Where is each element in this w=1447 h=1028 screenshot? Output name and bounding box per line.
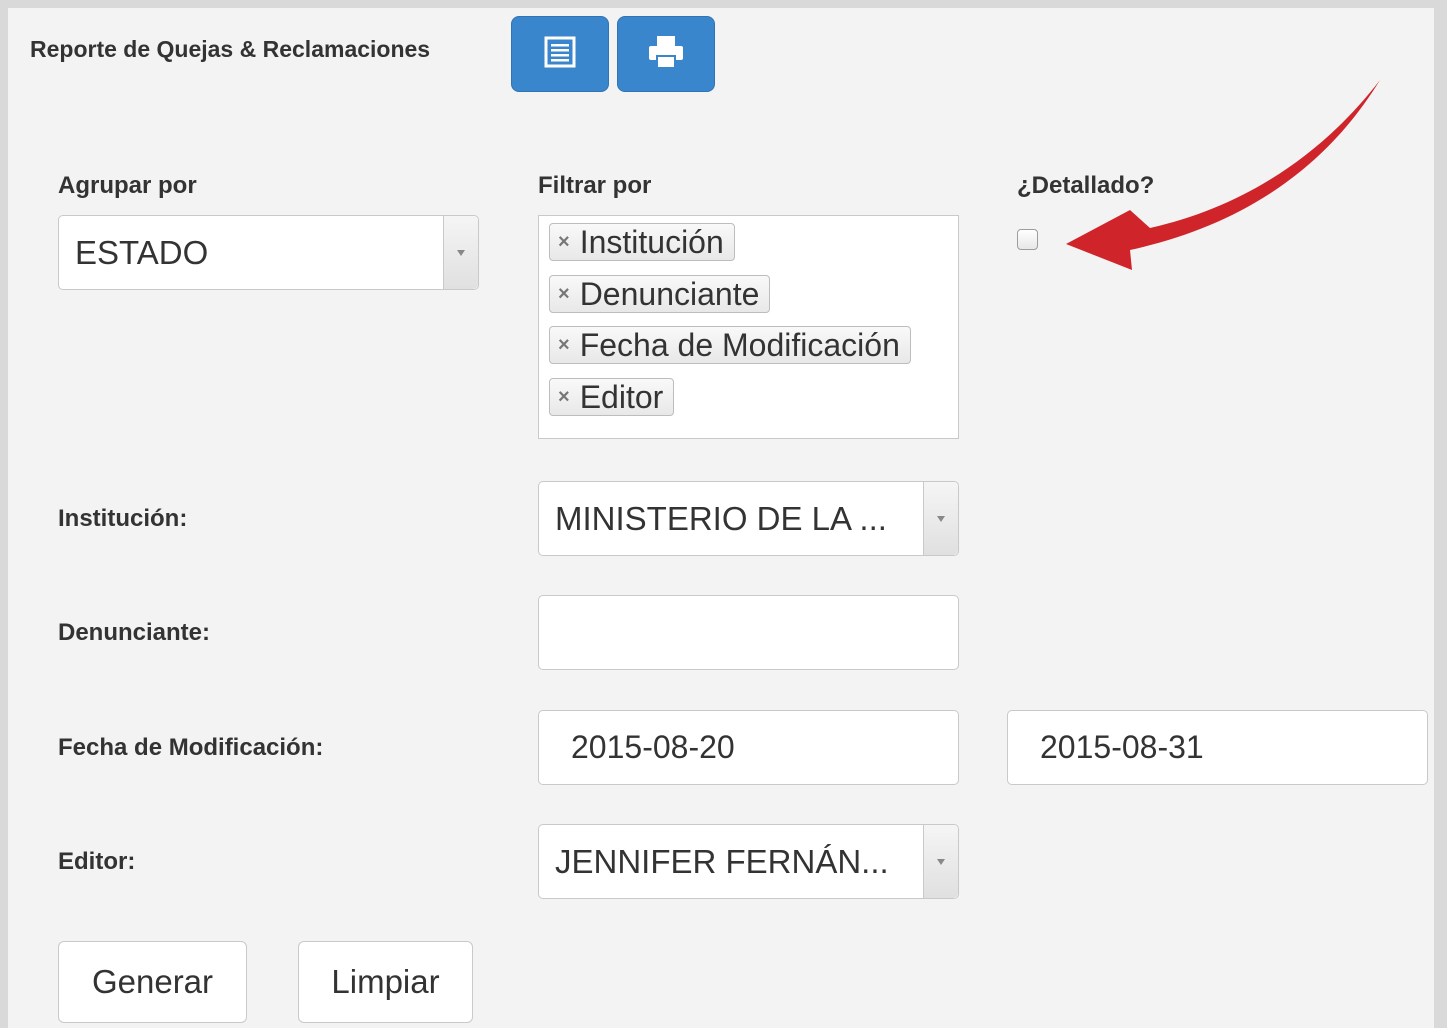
list-icon (543, 36, 577, 73)
date-to-input[interactable]: 2015-08-31 (1007, 710, 1428, 785)
generate-button[interactable]: Generar (58, 941, 247, 1023)
filter-chip[interactable]: × Denunciante (549, 275, 771, 313)
clear-button[interactable]: Limpiar (298, 941, 473, 1023)
editor-select[interactable]: JENNIFER FERNÁN... (538, 824, 959, 899)
print-button[interactable] (617, 16, 715, 92)
remove-icon[interactable]: × (558, 283, 570, 306)
remove-icon[interactable]: × (558, 386, 570, 409)
date-from-value: 2015-08-20 (571, 729, 735, 765)
modification-date-label: Fecha de Modificación: (58, 734, 324, 761)
institution-label: Institución: (58, 505, 188, 532)
institution-value: MINISTERIO DE LA ... (555, 499, 887, 537)
filter-chip[interactable]: × Fecha de Modificación (549, 326, 911, 364)
filter-chip-label: Denunciante (579, 275, 760, 312)
detailed-checkbox[interactable] (1017, 229, 1038, 250)
group-by-label: Agrupar por (58, 172, 197, 199)
chevron-down-icon[interactable] (923, 825, 958, 898)
date-from-input[interactable]: 2015-08-20 (538, 710, 959, 785)
filter-by-label: Filtrar por (538, 172, 652, 199)
date-to-value: 2015-08-31 (1040, 729, 1204, 765)
print-icon (646, 34, 686, 75)
page-title: Reporte de Quejas & Reclamaciones (30, 36, 431, 62)
group-by-value: ESTADO (75, 233, 209, 271)
filter-by-multiselect[interactable]: × Institución × Denunciante × Fecha de M… (538, 215, 959, 439)
complainant-label: Denunciante: (58, 619, 211, 646)
filter-chip-label: Editor (579, 378, 664, 415)
remove-icon[interactable]: × (558, 334, 570, 357)
editor-value: JENNIFER FERNÁN... (555, 842, 889, 880)
complainant-input[interactable] (538, 595, 959, 670)
institution-select[interactable]: MINISTERIO DE LA ... (538, 481, 959, 556)
editor-label: Editor: (58, 848, 136, 875)
group-by-select[interactable]: ESTADO (58, 215, 479, 290)
chevron-down-icon[interactable] (923, 482, 958, 555)
list-view-button[interactable] (511, 16, 609, 92)
chevron-down-icon[interactable] (443, 216, 478, 289)
filter-chip[interactable]: × Editor (549, 378, 675, 416)
filter-chip-label: Fecha de Modificación (579, 326, 900, 363)
annotation-arrow-icon (1066, 80, 1380, 270)
filter-chip-label: Institución (579, 223, 724, 260)
remove-icon[interactable]: × (558, 231, 570, 254)
filter-chip[interactable]: × Institución (549, 223, 735, 261)
